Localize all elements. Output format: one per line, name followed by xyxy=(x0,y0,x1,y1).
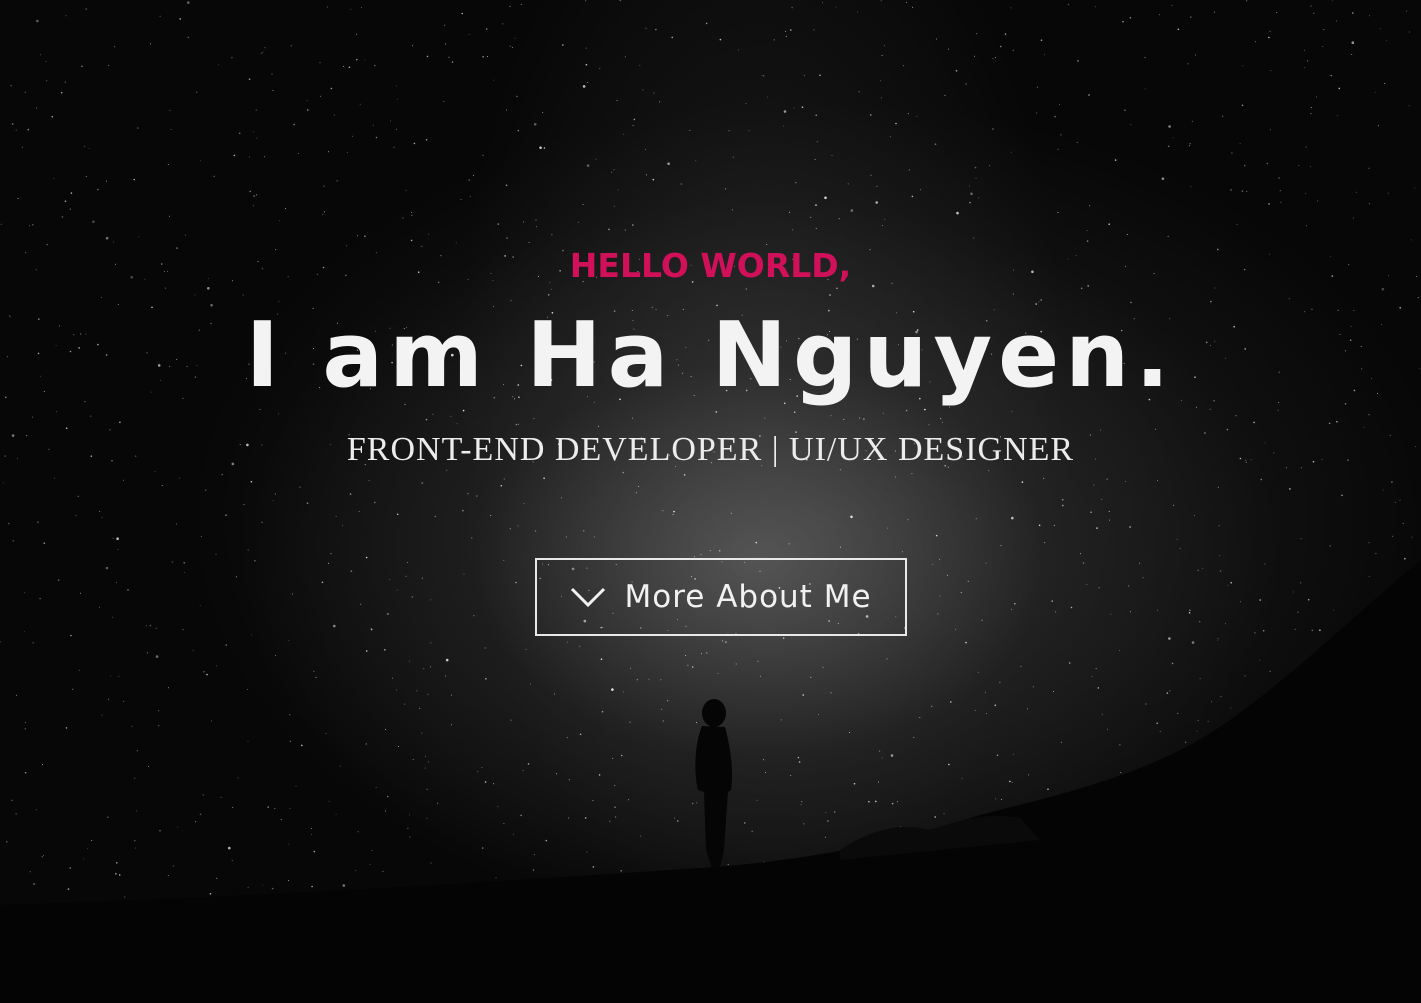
hero-section: HELLO WORLD, I am Ha Nguyen. FRONT-END D… xyxy=(0,0,1421,1003)
more-about-me-button[interactable]: More About Me xyxy=(535,558,907,636)
greeting-text: HELLO WORLD, xyxy=(569,246,852,285)
silhouette-landscape xyxy=(0,560,1421,1003)
role-subtitle: FRONT-END DEVELOPER | UI/UX DESIGNER xyxy=(346,431,1075,468)
more-about-me-label: More About Me xyxy=(624,579,872,615)
hero-name-heading: I am Ha Nguyen. xyxy=(245,303,1176,408)
chevron-down-icon xyxy=(571,587,606,608)
person-silhouette xyxy=(695,699,733,868)
